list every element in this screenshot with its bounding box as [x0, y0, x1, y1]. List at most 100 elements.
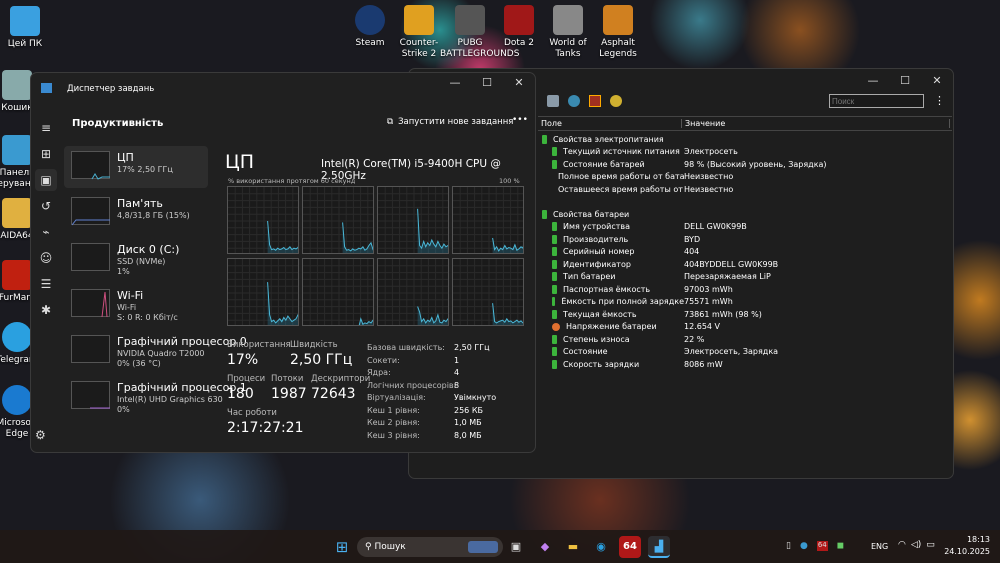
perf-item[interactable]: ЦП 17% 2,50 ГГц [64, 146, 208, 188]
task-manager-window: Диспетчер завдань — ☐ ✕ ≡ ⊞ ▣ ↺ ⌁ ☺ ☰ ✱ … [30, 72, 536, 453]
cpu-title: ЦП [225, 151, 255, 173]
osd-icon[interactable] [589, 95, 601, 107]
spec-value: 2,50 ГГц [454, 343, 490, 352]
more-options-button[interactable]: ••• [512, 115, 528, 125]
battery-icon [542, 134, 547, 144]
computer-icon [10, 6, 40, 36]
minimize-button[interactable]: — [857, 69, 889, 93]
aida64-taskbar-icon[interactable]: 64 [619, 536, 641, 558]
maximize-button[interactable]: ☐ [471, 73, 503, 95]
perf-item[interactable]: Графічний процесор 1 Intel(R) UHD Graphic… [64, 376, 247, 418]
toolbar [547, 95, 622, 107]
col-field[interactable]: Поле [538, 119, 682, 128]
run-new-task-button[interactable]: ⧉ Запустити нове завдання [387, 117, 513, 127]
clock[interactable]: 18:13 24.10.2025 [944, 534, 990, 558]
perf-item[interactable]: Графічний процесор 0 NVIDIA Quadro T2000 0… [64, 330, 247, 372]
battery-icon [552, 359, 557, 369]
users-icon[interactable]: ☺ [35, 247, 57, 269]
spec-value: 256 КБ [454, 405, 483, 415]
info-row[interactable]: Серийный номер 404 [542, 246, 952, 259]
group-title: Свойства батареи [553, 209, 630, 219]
app-history-icon[interactable]: ↺ [35, 195, 57, 217]
group-header[interactable]: Свойства электропитания [542, 133, 952, 146]
services-icon[interactable]: ✱ [35, 299, 57, 321]
field-value: 75571 mWh [684, 297, 733, 307]
performance-icon[interactable]: ▣ [35, 169, 57, 191]
info-row[interactable]: Состояние батарей 98 % (Высокий уровень, … [542, 158, 952, 171]
hardware-icon[interactable] [547, 95, 559, 107]
nvidia-icon[interactable]: ◼ [837, 541, 844, 551]
spec-value: 4 [454, 368, 460, 377]
run-task-label: Запустити нове завдання [398, 117, 514, 127]
settings-icon[interactable]: ⚙ [35, 428, 46, 442]
close-button[interactable]: ✕ [921, 69, 953, 93]
info-row[interactable]: Идентификатор 404BYDDELL GW0K99B [542, 258, 952, 271]
maximize-button[interactable]: ☐ [889, 69, 921, 93]
field-value: 22 % [684, 334, 705, 344]
store-icon[interactable]: ▣ [505, 536, 527, 558]
icon-label: World of Tanks [549, 38, 587, 59]
info-row[interactable]: Паспортная ёмкость 97003 mWh [542, 283, 952, 296]
file-explorer-icon[interactable]: ▬ [562, 536, 584, 558]
perf-item-sub: Intel(R) UHD Graphics 630 [117, 395, 223, 404]
task-manager-taskbar-icon[interactable]: ▟ [648, 536, 670, 558]
col-value[interactable]: Значение [682, 119, 950, 128]
core-graph [452, 186, 524, 255]
defender-icon[interactable]: ● [800, 541, 808, 551]
icon-label: Counter-Strike 2 [399, 38, 439, 59]
wot-icon [553, 5, 583, 35]
edge-icon [2, 385, 32, 415]
core-usage-line [417, 208, 448, 250]
language-indicator[interactable]: ENG [871, 542, 888, 551]
perf-item[interactable]: Диск 0 (C:) SSD (NVMe) 1% [64, 238, 208, 280]
battery-icon [552, 334, 557, 344]
search-label: Пошук [374, 542, 406, 552]
info-row[interactable]: Степень износа 22 % [542, 333, 952, 346]
sensor-icon[interactable] [610, 95, 622, 107]
aida-tray-icon[interactable]: 64 [816, 541, 828, 551]
search-highlight-image [468, 541, 498, 553]
search-input[interactable] [829, 94, 924, 108]
details-icon[interactable]: ☰ [35, 273, 57, 295]
info-row[interactable]: Состояние Электросеть, Зарядка [542, 346, 952, 359]
spec-value: Увімкнуто [454, 393, 497, 402]
search-box[interactable]: ⚲ Пошук [357, 537, 503, 557]
copilot-icon[interactable]: ◆ [534, 536, 556, 558]
startup-apps-icon[interactable]: ⌁ [35, 221, 57, 243]
info-row[interactable]: Напряжение батареи 12.654 V [542, 321, 952, 334]
spec-value: 1 [454, 355, 460, 365]
spec-label: Сокети: [367, 355, 400, 365]
info-row[interactable]: Полное время работы от бата... Неизвестно [542, 171, 952, 184]
battery-icon [552, 259, 557, 269]
info-row[interactable]: Оставшееся время работы от ... Неизвестно [542, 183, 952, 196]
perf-item[interactable]: Wi-Fi Wi-Fi S: 0 R: 0 Кбіт/с [64, 284, 208, 326]
processes-icon[interactable]: ⊞ [35, 143, 57, 165]
battery-icon [552, 297, 556, 307]
close-button[interactable]: ✕ [503, 73, 535, 95]
field-name: Полное время работы от бата... [558, 172, 684, 182]
edge-icon[interactable]: ◉ [590, 536, 612, 558]
perf-item[interactable]: Пам'ять 4,8/31,8 ГБ (15%) [64, 192, 208, 234]
field-name: Степень износа [563, 334, 630, 344]
desktop-icon-this-pc[interactable]: Цей ПК [0, 6, 55, 50]
hamburger-menu-icon[interactable]: ≡ [35, 117, 57, 139]
tablet-icon[interactable]: ▯ [786, 541, 791, 551]
group-header[interactable]: Свойства батареи [542, 208, 952, 221]
info-row[interactable]: Скорость зарядки 8086 mW [542, 358, 952, 371]
user-icon[interactable] [568, 95, 580, 107]
info-row[interactable]: Текущая ёмкость 73861 mWh (98 %) [542, 308, 952, 321]
quick-settings[interactable]: ◠ ◁) ▭ [898, 540, 935, 550]
perf-thumbnail [71, 151, 110, 180]
menu-icon[interactable]: ⋮ [934, 94, 945, 107]
speed-value: 2,50 ГГц [290, 352, 353, 368]
info-row[interactable]: Имя устройства DELL GW0K99B [542, 221, 952, 234]
info-row[interactable]: Ёмкость при полной зарядке 75571 mWh [542, 296, 952, 309]
start-button[interactable]: ⊞ [331, 536, 353, 558]
info-row[interactable]: Производитель BYD [542, 233, 952, 246]
desktop-icon-asphalt[interactable]: Asphalt Legends [588, 5, 648, 60]
info-row[interactable]: Текущий источник питания Электросеть [542, 146, 952, 159]
minimize-button[interactable]: — [439, 73, 471, 95]
core-graph [227, 186, 299, 255]
info-row[interactable]: Тип батареи Перезаряжаемая LiP [542, 271, 952, 284]
field-value: Неизвестно [684, 184, 734, 194]
